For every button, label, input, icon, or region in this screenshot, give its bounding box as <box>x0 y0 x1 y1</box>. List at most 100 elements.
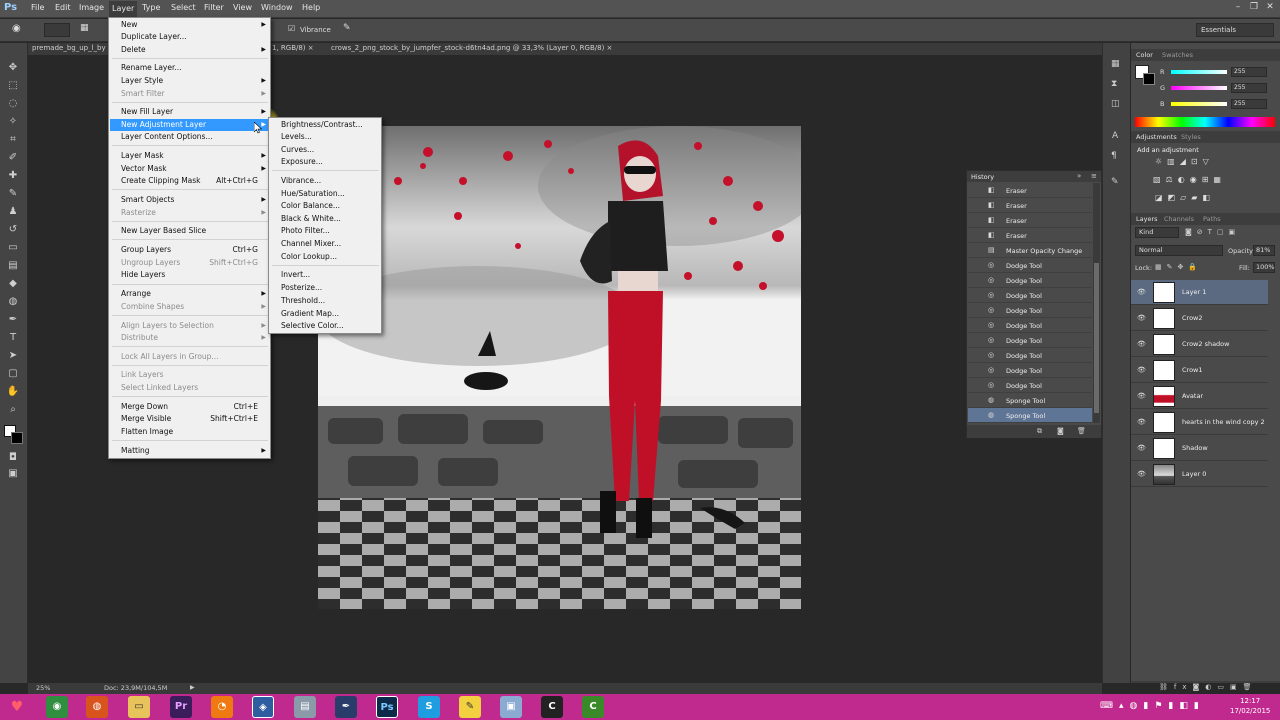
submenu-item-threshold[interactable]: Threshold... <box>270 295 381 307</box>
submenu-item-curves[interactable]: Curves... <box>270 144 381 156</box>
submenu-item-photo-filter[interactable]: Photo Filter... <box>270 225 381 237</box>
snapshot-icon[interactable]: ◙ <box>1057 427 1064 435</box>
paragraph-icon[interactable]: ¶ <box>1111 151 1117 161</box>
submenu-item-hue-saturation[interactable]: Hue/Saturation... <box>270 188 381 200</box>
submenu-item-gradient-map[interactable]: Gradient Map... <box>270 308 381 320</box>
layer-name[interactable]: Crow2 shadow <box>1182 340 1229 348</box>
submenu-item-color-balance[interactable]: Color Balance... <box>270 200 381 212</box>
image-viewer-icon[interactable]: ▣ <box>500 696 522 718</box>
tool-preset-icon[interactable]: ◉ <box>12 23 30 37</box>
unity-icon[interactable]: ◈ <box>252 696 274 718</box>
history-scrollbar[interactable] <box>1093 183 1100 423</box>
history-item[interactable]: ◎ Dodge Tool <box>968 333 1092 348</box>
menu-item-flatten-image[interactable]: Flatten Image <box>110 426 270 438</box>
layer-name[interactable]: Crow2 <box>1182 314 1203 322</box>
submenu-item-selective-color[interactable]: Selective Color... <box>270 320 381 332</box>
menu-item-layer-mask[interactable]: Layer Mask ▶ <box>110 150 270 162</box>
submenu-item-invert[interactable]: Invert... <box>270 269 381 281</box>
menu-type[interactable]: Type <box>142 3 160 12</box>
tab-channels[interactable]: Channels <box>1164 215 1194 223</box>
notepad-icon[interactable]: ▤ <box>294 696 316 718</box>
menu-item-group-layers[interactable]: Group Layers Ctrl+G <box>110 244 270 256</box>
close-icon[interactable]: ✕ <box>1264 2 1276 14</box>
hand-tool-icon[interactable]: ✋ <box>6 385 20 399</box>
history-item[interactable]: ◧ Eraser <box>968 198 1092 213</box>
photoshop-taskbar-icon[interactable]: Ps <box>376 696 398 718</box>
visibility-eye-icon[interactable]: 👁 <box>1137 314 1146 322</box>
menu-item-merge-down[interactable]: Merge Down Ctrl+E <box>110 401 270 413</box>
history-item[interactable]: ◧ Eraser <box>968 183 1092 198</box>
submenu-item-black-white[interactable]: Black & White... <box>270 213 381 225</box>
submenu-item-brightness-contrast[interactable]: Brightness/Contrast... <box>270 119 381 131</box>
eraser-tool-icon[interactable]: ▭ <box>6 241 20 255</box>
lock-icons[interactable]: ▦✎✥🔒 <box>1155 263 1202 271</box>
history-brush-tool-icon[interactable]: ↺ <box>6 223 20 237</box>
heart-start-icon[interactable]: ♥ <box>6 696 28 718</box>
history-item[interactable]: ◎ Dodge Tool <box>968 288 1092 303</box>
menu-item-matting[interactable]: Matting ▶ <box>110 445 270 457</box>
tab-styles[interactable]: Styles <box>1181 133 1201 141</box>
scrollbar-thumb[interactable] <box>1094 263 1099 413</box>
menu-item-new-fill-layer[interactable]: New Fill Layer ▶ <box>110 106 270 118</box>
layer-row[interactable]: 👁 Crow2 shadow <box>1131 332 1268 357</box>
visibility-eye-icon[interactable]: 👁 <box>1137 444 1146 452</box>
menu-window[interactable]: Window <box>261 3 293 12</box>
menu-item-vector-mask[interactable]: Vector Mask ▶ <box>110 163 270 175</box>
menu-item-create-clipping-mask[interactable]: Create Clipping Mask Alt+Ctrl+G <box>110 175 270 187</box>
trash-icon[interactable]: 🗑 <box>1077 427 1086 435</box>
status-menu-arrow-icon[interactable]: ▶ <box>190 684 195 691</box>
vibrance-checkbox[interactable]: ☑ <box>288 24 295 33</box>
layer-row[interactable]: 👁 Layer 0 <box>1131 462 1268 487</box>
background-swatch[interactable] <box>1143 73 1155 85</box>
history-item[interactable]: ◎ Dodge Tool <box>968 273 1092 288</box>
color-spectrum-bar[interactable] <box>1135 117 1275 127</box>
gradient-tool-icon[interactable]: ▤ <box>6 259 20 273</box>
visibility-eye-icon[interactable]: 👁 <box>1137 392 1146 400</box>
layer-name[interactable]: Layer 1 <box>1182 288 1206 296</box>
layer-filter-icons[interactable]: ◙⊘T▢▣ <box>1185 228 1240 236</box>
minimize-icon[interactable]: – <box>1232 2 1244 14</box>
blend-mode-select[interactable]: Normal <box>1135 245 1223 256</box>
fill-input[interactable]: 100% <box>1253 262 1275 273</box>
shape-tool-icon[interactable]: ▢ <box>6 367 20 381</box>
tab-color[interactable]: Color <box>1136 51 1153 59</box>
type-tool-icon[interactable]: T <box>6 331 20 345</box>
history-item[interactable]: ◍ Sponge Tool <box>968 393 1092 408</box>
sponge-tool-icon[interactable]: ◍ <box>6 295 20 309</box>
layer-row[interactable]: 👁 Crow1 <box>1131 358 1268 383</box>
menu-view[interactable]: View <box>233 3 252 12</box>
visibility-eye-icon[interactable]: 👁 <box>1137 340 1146 348</box>
menu-item-new[interactable]: New ▶ <box>110 19 270 31</box>
green-value[interactable]: 255 <box>1231 83 1267 93</box>
history-item[interactable]: ◎ Dodge Tool <box>968 318 1092 333</box>
blur-tool-icon[interactable]: ◆ <box>6 277 20 291</box>
layer-name[interactable]: hearts in the wind copy 2 <box>1182 418 1265 426</box>
layer-name[interactable]: Layer 0 <box>1182 470 1206 478</box>
submenu-item-vibrance[interactable]: Vibrance... <box>270 175 381 187</box>
menu-help[interactable]: Help <box>302 3 320 12</box>
quick-select-tool-icon[interactable]: ✧ <box>6 115 20 129</box>
blender-icon[interactable]: ◔ <box>211 696 233 718</box>
zoom-tool-icon[interactable]: ⌕ <box>6 403 20 417</box>
lasso-tool-icon[interactable]: ◌ <box>6 97 20 111</box>
crop-tool-icon[interactable]: ⌗ <box>6 133 20 147</box>
chrome-icon[interactable]: ◉ <box>46 696 68 718</box>
history-panel-icon[interactable]: ⧗ <box>1111 79 1117 89</box>
menu-item-duplicate-layer[interactable]: Duplicate Layer... <box>110 31 270 43</box>
history-item[interactable]: ◎ Dodge Tool <box>968 303 1092 318</box>
menu-item-delete[interactable]: Delete ▶ <box>110 44 270 56</box>
zoom-level[interactable]: 25% <box>36 684 50 692</box>
adjustment-icons-row-3[interactable]: ◪◩▱▰◧ <box>1155 193 1215 202</box>
system-clock[interactable]: 12:17 17/02/2015 <box>1230 696 1270 716</box>
layers-footer-icons[interactable]: ⛓fx◙◐▭▣🗑 <box>1159 683 1258 691</box>
brush-panel-icon[interactable]: ▦ <box>80 23 94 37</box>
layer-row[interactable]: 👁 Avatar <box>1131 384 1268 409</box>
layer-comps-icon[interactable]: ▦ <box>1111 59 1120 69</box>
submenu-item-exposure[interactable]: Exposure... <box>270 156 381 168</box>
history-item[interactable]: ◎ Dodge Tool <box>968 258 1092 273</box>
menu-select[interactable]: Select <box>171 3 196 12</box>
history-item[interactable]: ▤ Master Opacity Change <box>968 243 1092 258</box>
new-document-from-state-icon[interactable]: ⧉ <box>1037 427 1042 436</box>
tab-crows-png[interactable]: crows_2_png_stock_by_jumpfer_stock-d6tn4… <box>331 44 612 52</box>
properties-icon[interactable]: ◫ <box>1111 99 1120 109</box>
